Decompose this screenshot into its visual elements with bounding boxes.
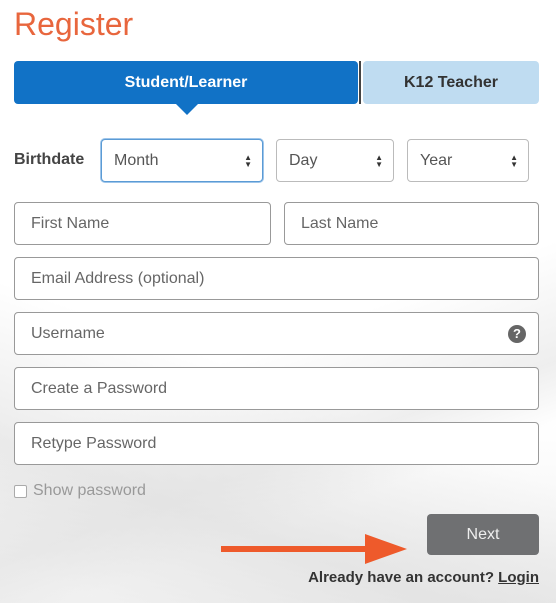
username-field[interactable]: Username ? [14, 312, 539, 355]
show-password-toggle[interactable]: Show password [14, 482, 146, 500]
login-link[interactable]: Login [498, 569, 539, 586]
birth-month-select[interactable]: Month ▲ ▼ [101, 139, 263, 182]
retype-password-field[interactable]: Retype Password [14, 422, 539, 465]
first-name-field[interactable]: First Name [14, 202, 271, 245]
create-password-field[interactable]: Create a Password [14, 367, 539, 410]
select-arrows-icon: ▲ ▼ [375, 152, 383, 169]
last-name-placeholder: Last Name [301, 214, 379, 232]
tab-k12-teacher-label: K12 Teacher [404, 73, 498, 91]
create-password-placeholder: Create a Password [31, 379, 168, 397]
tab-student-learner[interactable]: Student/Learner [14, 61, 358, 115]
retype-password-placeholder: Retype Password [31, 434, 157, 452]
email-placeholder: Email Address (optional) [31, 269, 205, 287]
tab-k12-teacher[interactable]: K12 Teacher [363, 61, 539, 104]
page-title: Register [14, 6, 134, 42]
last-name-field[interactable]: Last Name [284, 202, 539, 245]
annotation-arrow-icon [221, 534, 407, 564]
email-field[interactable]: Email Address (optional) [14, 257, 539, 300]
birthdate-label: Birthdate [14, 151, 85, 168]
birth-day-select[interactable]: Day ▲ ▼ [276, 139, 394, 182]
login-prompt: Already have an account? Login [308, 569, 539, 586]
show-password-label: Show password [33, 482, 146, 499]
select-arrows-icon: ▲ ▼ [510, 152, 518, 169]
tab-student-learner-label: Student/Learner [124, 73, 248, 91]
active-tab-pointer [175, 103, 199, 115]
birth-day-value: Day [289, 151, 318, 169]
birth-month-value: Month [114, 151, 159, 169]
login-prompt-text: Already have an account? [308, 569, 494, 586]
next-button[interactable]: Next [427, 514, 539, 555]
birth-year-select[interactable]: Year ▲ ▼ [407, 139, 529, 182]
select-arrows-icon: ▲ ▼ [244, 152, 252, 169]
checkbox-icon[interactable] [14, 484, 27, 498]
tab-divider [359, 61, 361, 104]
birth-year-value: Year [420, 151, 453, 169]
username-placeholder: Username [31, 324, 105, 342]
question-mark-icon[interactable]: ? [508, 324, 526, 343]
first-name-placeholder: First Name [31, 214, 110, 232]
